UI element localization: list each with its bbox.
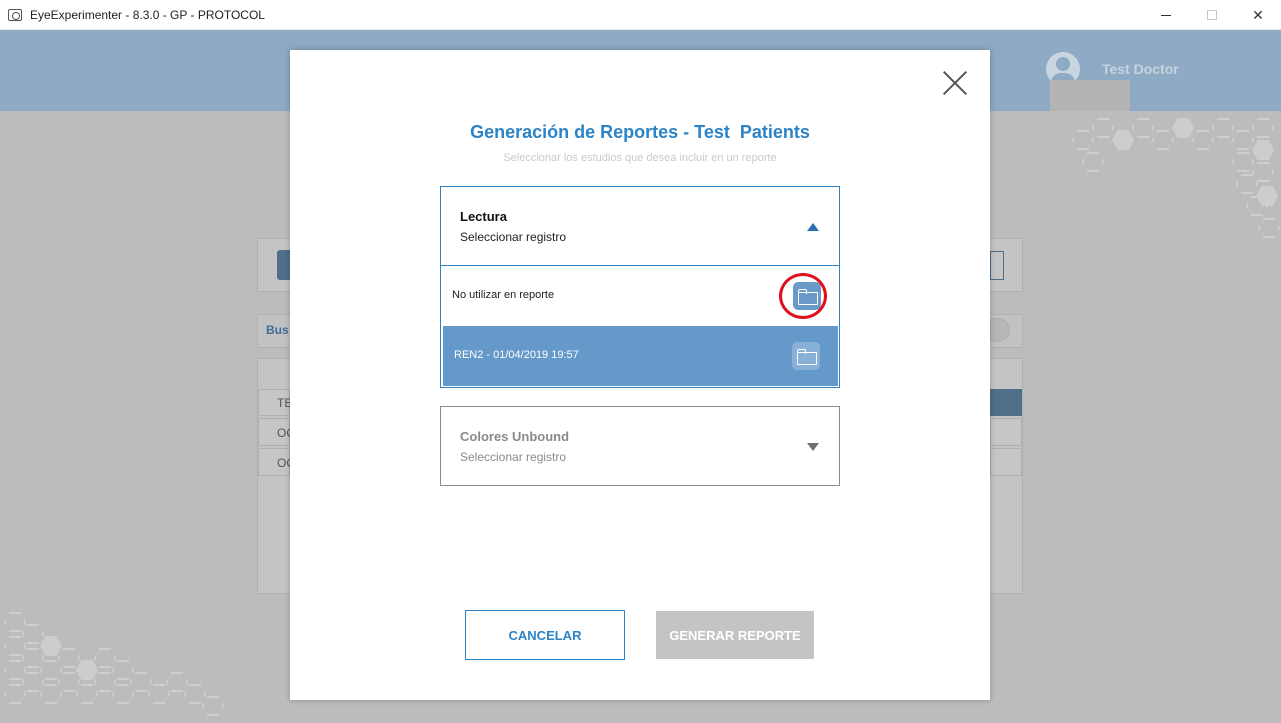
folder-button[interactable] xyxy=(792,342,820,370)
report-generation-modal: Generación de Reportes - Test Patients S… xyxy=(290,50,990,700)
window-titlebar: EyeExperimenter - 8.3.0 - GP - PROTOCOL … xyxy=(0,0,1281,30)
option-label: REN2 - 01/04/2019 19:57 xyxy=(454,349,579,361)
generate-report-button[interactable]: GENERAR REPORTE xyxy=(656,611,814,659)
section-hint: Seleccionar registro xyxy=(460,230,567,244)
section-colores-unbound: Colores Unbound Seleccionar registro xyxy=(440,406,840,486)
section-colores-unbound-header[interactable]: Colores Unbound Seleccionar registro xyxy=(440,406,840,486)
section-lectura-header[interactable]: Lectura Seleccionar registro xyxy=(440,186,840,266)
modal-title: Generación de Reportes - Test Patients xyxy=(470,122,810,142)
section-name: Lectura xyxy=(460,209,507,224)
header-tab xyxy=(1050,80,1130,111)
option-ren2[interactable]: REN2 - 01/04/2019 19:57 xyxy=(443,326,838,386)
background-button xyxy=(277,250,291,280)
background-table-row-right xyxy=(990,418,1022,446)
background-search-label: Bus xyxy=(266,323,289,337)
chevron-up-icon xyxy=(807,223,819,231)
minimize-icon xyxy=(1161,14,1171,16)
section-name: Colores Unbound xyxy=(460,429,570,444)
background-table-row: OC xyxy=(258,418,295,446)
background-table-row: TE xyxy=(258,389,292,416)
highlight-annotation-ring xyxy=(779,273,827,319)
section-lectura-options: No utilizar en reporte REN2 - 01/04/2019… xyxy=(440,266,840,388)
window-title: EyeExperimenter - 8.3.0 - GP - PROTOCOL xyxy=(30,7,265,22)
background-table-row-right xyxy=(990,448,1022,476)
background-table-row: OC xyxy=(258,448,295,476)
app-eye-icon xyxy=(8,8,22,21)
window-controls: ✕ xyxy=(1143,0,1281,30)
cancel-button[interactable]: CANCELAR xyxy=(465,610,625,660)
close-window-button[interactable]: ✕ xyxy=(1235,0,1281,30)
option-label: No utilizar en reporte xyxy=(452,289,555,301)
minimize-button[interactable] xyxy=(1143,0,1189,30)
folder-icon xyxy=(797,349,817,365)
user-name: Test Doctor xyxy=(1102,61,1179,77)
background-button-outline xyxy=(990,251,1004,280)
background-selected-row xyxy=(989,389,1022,416)
maximize-icon xyxy=(1207,10,1217,20)
section-hint: Seleccionar registro xyxy=(460,450,567,464)
close-icon[interactable] xyxy=(942,70,968,96)
modal-subtitle: Seleccionar los estudios que desea inclu… xyxy=(503,152,777,164)
chevron-down-icon xyxy=(807,443,819,451)
maximize-button[interactable] xyxy=(1189,0,1235,30)
